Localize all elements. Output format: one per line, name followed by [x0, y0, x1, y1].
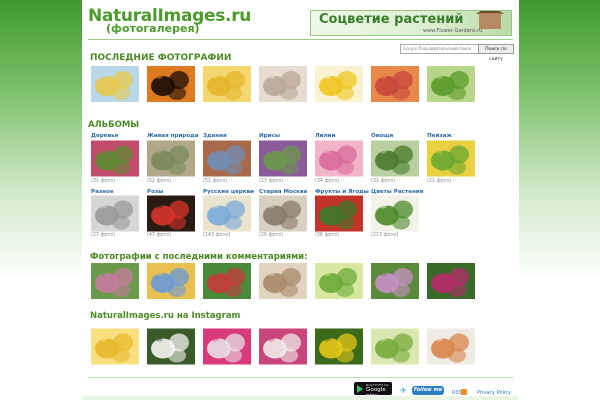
albums-heading: АЛЬБОМЫ: [88, 120, 140, 130]
comment-photo-green-plant[interactable]: [315, 263, 363, 299]
latest-photo-lemons[interactable]: [315, 66, 363, 102]
album-thumbnail[interactable]: [203, 140, 251, 177]
album-thumbnail[interactable]: [203, 195, 251, 232]
twitter-follow-button[interactable]: Follow me: [412, 386, 444, 395]
play-store-icon: [357, 385, 363, 393]
album-photo-count: (21 фото): [427, 179, 452, 184]
album-thumbnail[interactable]: [315, 195, 363, 232]
album-photo-count: (47 фото): [147, 233, 172, 238]
comment-photo-red-rose[interactable]: [203, 263, 251, 299]
comment-photo-old-building[interactable]: [259, 263, 307, 299]
comment-photos-heading: Фотографии с последними комментариями:: [90, 252, 308, 262]
album-photo-count: (31 фото): [371, 179, 396, 184]
album-thumbnail[interactable]: [427, 140, 475, 177]
album-photo-count: (52 фото): [147, 179, 172, 184]
latest-photo-yellow-berries-bowl[interactable]: [91, 66, 139, 102]
google-label: Google: [403, 46, 418, 51]
album-photo-count: (34 фото): [315, 179, 340, 184]
rss-icon[interactable]: [461, 389, 467, 395]
album-thumbnail[interactable]: [91, 140, 139, 177]
instagram-heading[interactable]: NaturalImages.ru на Instagram: [90, 311, 240, 321]
album-photo-count: (213 фото): [371, 233, 399, 238]
comment-photo-pink-flower[interactable]: [91, 263, 139, 299]
latest-photo-green-fruit-branch[interactable]: [427, 66, 475, 102]
header-divider: [88, 39, 513, 40]
latest-photo-candle-light[interactable]: [147, 66, 195, 102]
album-thumbnail[interactable]: [259, 195, 307, 232]
google-play-badge[interactable]: ДОСТУПНО НА Google play: [354, 382, 392, 399]
instagram-photo-white-flowers[interactable]: [147, 322, 195, 371]
album-photo-count: (51 фото): [203, 179, 228, 184]
comment-photo-church-dome[interactable]: [147, 263, 195, 299]
instagram-photo-yellow-grapes[interactable]: [91, 322, 139, 371]
site-logo-subtitle[interactable]: (фотогалерея): [106, 22, 200, 35]
album-photo-count: (27 фото): [91, 233, 116, 238]
album-title[interactable]: Ирисы: [259, 133, 280, 139]
instagram-photo-orange-leaves[interactable]: [427, 322, 475, 371]
search-input[interactable]: Google Пользовательский поиск: [400, 44, 480, 54]
instagram-photo-apples-tree[interactable]: [371, 322, 419, 371]
latest-photos-heading: ПОСЛЕДНИЕ ФОТОГРАФИИ: [90, 53, 232, 63]
instagram-photo-pink-cactus-flower[interactable]: [203, 322, 251, 371]
page-container: NaturalImages.ru (фотогалерея) Соцветие …: [82, 0, 519, 400]
twitter-bird-icon: ✈: [400, 386, 407, 395]
album-title[interactable]: Лилии: [315, 133, 336, 139]
album-title[interactable]: Здания: [203, 133, 227, 139]
album-thumbnail[interactable]: [147, 140, 195, 177]
footer-divider: [88, 377, 513, 378]
instagram-photo-pink-branch[interactable]: [259, 322, 307, 371]
comment-photo-pink-phlox[interactable]: [371, 263, 419, 299]
search-placeholder: Пользовательский поиск: [418, 46, 472, 51]
album-photo-count: (36 фото): [315, 233, 340, 238]
album-thumbnail[interactable]: [91, 195, 139, 232]
house-icon: [479, 13, 501, 29]
album-photo-count: (20 фото): [259, 233, 284, 238]
latest-photo-garlic[interactable]: [259, 66, 307, 102]
banner-url: www.Flower-Gardens.ru: [423, 28, 483, 34]
latest-photo-coneflower[interactable]: [371, 66, 419, 102]
album-thumbnail[interactable]: [147, 195, 195, 232]
album-thumbnail[interactable]: [315, 140, 363, 177]
instagram-photo-yellow-flower[interactable]: [315, 322, 363, 371]
album-thumbnail[interactable]: [371, 140, 419, 177]
search-button[interactable]: Поиск по сайту: [478, 44, 514, 62]
album-title[interactable]: Пейзаж: [427, 133, 452, 139]
album-photo-count: (31 фото): [91, 179, 116, 184]
album-title[interactable]: Деревья: [91, 133, 118, 139]
latest-photo-yellow-grapes[interactable]: [203, 66, 251, 102]
album-thumbnail[interactable]: [259, 140, 307, 177]
album-title[interactable]: Живая природа: [147, 133, 199, 139]
flower-gardens-banner[interactable]: Соцветие растений www.Flower-Gardens.ru: [310, 10, 512, 36]
comment-photo-magenta-flower[interactable]: [427, 263, 475, 299]
album-photo-count: (143 фото): [203, 233, 231, 238]
footer-strip: [82, 396, 519, 400]
album-thumbnail[interactable]: [371, 195, 419, 232]
banner-title: Соцветие растений: [319, 12, 464, 27]
album-title[interactable]: Овощи: [371, 133, 393, 139]
album-photo-count: (13 фото): [259, 179, 284, 184]
